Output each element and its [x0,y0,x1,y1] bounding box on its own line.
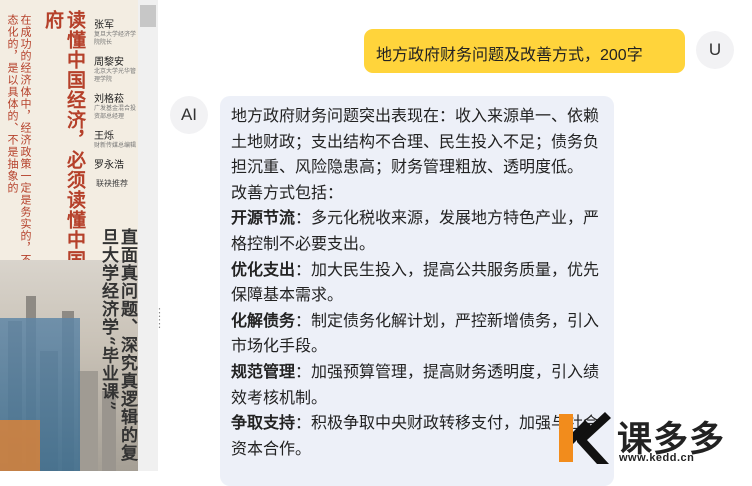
author-name: 张军 [94,20,114,31]
cover-title: 读懂中国经济，必须读懂中国政府 [42,10,86,290]
kedd-watermark-logo: 课多多 www.kedd.cn [555,410,752,471]
user-avatar: U [696,31,734,69]
ai-list-item: 争取支持：积极争取中央财政转移支付，加强与社会资本合作。 [231,411,604,462]
scrollbar-track[interactable] [138,0,158,471]
book-cover-image: 在成功的经济体中，经济政策一定是务实的，不是意识形态化的，是以具体的、不是抽象的… [0,0,138,471]
cover-authors: 张军 复旦大学经济学院院长 周黎安 北京大学光华管理学院 刘格菘 广发基金混合投… [94,14,138,171]
author-name: 刘格菘 [94,94,124,105]
cover-orange-block [0,420,40,471]
author-affiliation: 复旦大学经济学院院长 [94,32,137,46]
ai-list-item: 规范管理：加强预算管理，提高财务透明度，引入绩效考核机制。 [231,360,604,411]
author-affiliation: 财新传媒总编辑 [94,143,137,149]
ai-list-item: 开源节流：多元化税收来源，发展地方特色产业，严格控制不必要支出。 [231,206,604,257]
ai-list-item: 优化支出：加大民生投入，提高公共服务质量，优先保障基本需求。 [231,258,604,309]
author-name: 王烁 [94,131,114,142]
ai-item-head: 开源节流 [231,210,296,228]
author-name: 周黎安 [94,57,124,68]
watermark-url: www.kedd.cn [619,452,695,464]
author-name: 罗永浩 [94,160,124,171]
ai-methods-label: 改善方式包括： [231,184,344,202]
ai-intro-text: 地方政府财务问题突出表现在：收入来源单一、依赖土地财政；支出结构不合理、民生投入… [231,108,600,177]
drag-handle-icon[interactable]: ⋮ ⋮ [154,308,165,330]
user-message-text: 地方政府财务问题及改善方式，200字 [376,47,643,64]
scrollbar-thumb[interactable] [140,5,156,27]
ai-item-head: 规范管理 [231,363,296,381]
ai-item-head: 优化支出 [231,261,296,279]
author-affiliation: 北京大学光华管理学院 [94,69,137,83]
author-affiliation: 广发基金混合投资部总经理 [94,106,137,120]
cover-recommend: 联袂推荐 [96,179,128,188]
ai-avatar: AI [170,96,208,134]
cover-big-title: 直面真问题、深究真逻辑的复旦大学经济学“毕业课” [98,228,137,462]
ai-item-head: 争取支持 [231,415,296,433]
ai-item-head: 化解债务 [231,312,296,330]
user-message-bubble: 地方政府财务问题及改善方式，200字 [364,29,685,73]
k-logo-icon [559,412,611,464]
ai-list-item: 化解债务：制定债务化解计划，严控新增债务，引入市场化手段。 [231,309,604,360]
